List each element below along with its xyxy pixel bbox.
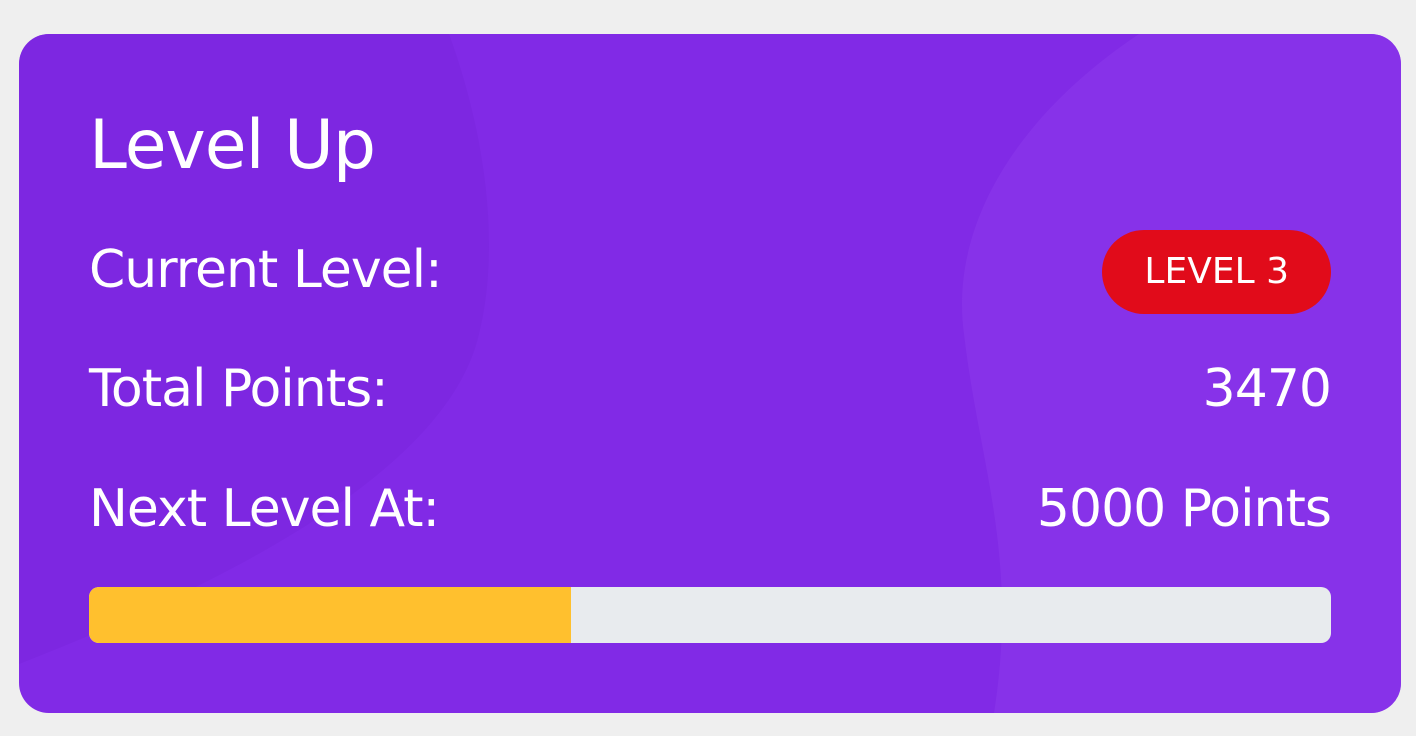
next-level-value: 5000 Points xyxy=(1036,479,1332,539)
card-title: Level Up xyxy=(89,106,376,185)
total-points-value: 3470 xyxy=(1202,359,1332,419)
level-progress-bar xyxy=(89,587,1331,643)
total-points-label: Total Points: xyxy=(89,359,389,419)
current-level-label: Current Level: xyxy=(89,240,443,300)
next-level-label: Next Level At: xyxy=(89,479,440,539)
level-progress-fill xyxy=(89,587,571,643)
level-badge: LEVEL 3 xyxy=(1102,230,1331,314)
level-up-card: Level Up Current Level: LEVEL 3 Total Po… xyxy=(19,34,1401,713)
